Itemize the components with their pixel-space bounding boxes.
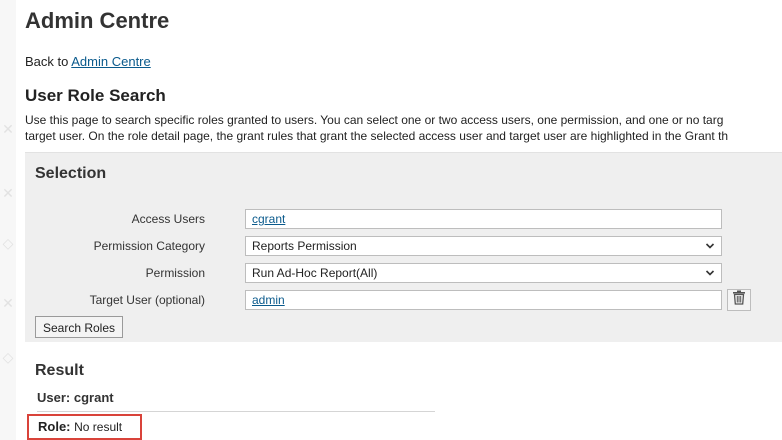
permission-category-select[interactable]: Reports Permission — [245, 236, 722, 256]
decorative-mark-icon: ◇ — [2, 349, 14, 365]
clear-target-user-button[interactable] — [727, 289, 751, 311]
description-line: target user. On the role detail page, th… — [25, 129, 729, 143]
back-navigation: Back to Admin Centre — [25, 54, 151, 69]
role-value: No result — [74, 420, 123, 434]
role-label: Role: — [38, 419, 71, 434]
admin-centre-page: ✕ ✕ ◇ ✕ ◇ Admin Centre Back to Admin Cen… — [0, 0, 782, 440]
decorative-mark-icon: ◇ — [2, 235, 14, 251]
permission-label: Permission — [145, 266, 205, 280]
section-title: User Role Search — [25, 86, 166, 105]
decorative-mark-icon: ✕ — [2, 295, 14, 311]
role-result-highlight: Role: No result — [27, 414, 142, 440]
access-users-field[interactable]: cgrant — [245, 209, 722, 229]
user-label: User: — [37, 390, 71, 405]
description-line: Use this page to search specific roles g… — [25, 113, 724, 127]
page-description: Use this page to search specific roles g… — [25, 112, 782, 144]
admin-centre-link[interactable]: Admin Centre — [71, 54, 150, 69]
target-user-token[interactable]: admin — [252, 293, 285, 307]
page-title: Admin Centre — [25, 8, 170, 33]
result-user: User: cgrant — [37, 390, 114, 405]
permission-category-value: Reports Permission — [252, 239, 357, 253]
access-users-label: Access Users — [131, 212, 205, 226]
access-user-token[interactable]: cgrant — [252, 212, 285, 226]
user-value: cgrant — [73, 390, 114, 405]
selection-panel: Selection Access Users cgrant Permission… — [25, 152, 782, 342]
target-user-field[interactable]: admin — [245, 290, 722, 310]
result-divider — [37, 411, 435, 412]
permission-select[interactable]: Run Ad-Hoc Report(All) — [245, 263, 722, 283]
selection-title: Selection — [35, 165, 107, 182]
result-title: Result — [35, 362, 84, 379]
left-decorative-strip: ✕ ✕ ◇ ✕ ◇ — [0, 0, 16, 440]
chevron-down-icon — [705, 237, 715, 262]
chevron-down-icon — [705, 264, 715, 289]
target-user-label: Target User (optional) — [89, 293, 205, 307]
search-roles-button[interactable]: Search Roles — [35, 316, 123, 338]
trash-icon — [732, 290, 746, 310]
decorative-mark-icon: ✕ — [2, 185, 14, 201]
permission-value: Run Ad-Hoc Report(All) — [252, 266, 378, 280]
decorative-mark-icon: ✕ — [2, 121, 14, 137]
permission-category-label: Permission Category — [93, 239, 205, 253]
back-prefix: Back to — [25, 54, 69, 69]
